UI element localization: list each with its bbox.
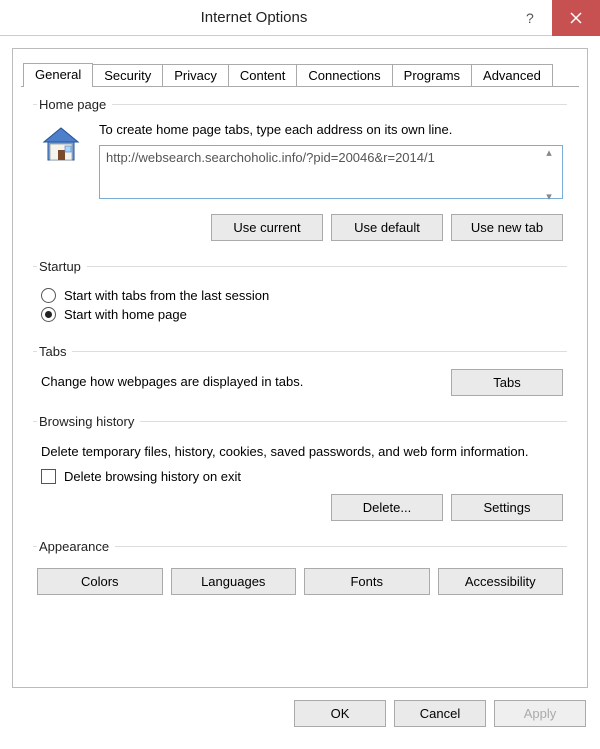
accessibility-button[interactable]: Accessibility bbox=[438, 568, 564, 595]
use-default-button[interactable]: Use default bbox=[331, 214, 443, 241]
radio-icon bbox=[41, 307, 56, 322]
tabs-button[interactable]: Tabs bbox=[451, 369, 563, 396]
tab-programs[interactable]: Programs bbox=[392, 64, 472, 86]
colors-button[interactable]: Colors bbox=[37, 568, 163, 595]
help-button[interactable]: ? bbox=[508, 0, 552, 36]
homepage-legend: Home page bbox=[37, 97, 112, 112]
startup-legend: Startup bbox=[37, 259, 87, 274]
delete-on-exit-checkbox[interactable]: Delete browsing history on exit bbox=[41, 469, 563, 484]
languages-button[interactable]: Languages bbox=[171, 568, 297, 595]
homepage-hint: To create home page tabs, type each addr… bbox=[99, 122, 563, 137]
homepage-input[interactable] bbox=[99, 145, 563, 199]
tabs-group: Tabs Change how webpages are displayed i… bbox=[33, 344, 567, 406]
checkbox-icon bbox=[41, 469, 56, 484]
tab-privacy[interactable]: Privacy bbox=[162, 64, 229, 86]
dialog-body: General Security Privacy Content Connect… bbox=[12, 48, 588, 688]
startup-group: Startup Start with tabs from the last se… bbox=[33, 259, 567, 336]
cancel-button[interactable]: Cancel bbox=[394, 700, 486, 727]
history-hint: Delete temporary files, history, cookies… bbox=[41, 443, 563, 461]
history-legend: Browsing history bbox=[37, 414, 140, 429]
tabs-hint: Change how webpages are displayed in tab… bbox=[41, 373, 451, 391]
tab-strip: General Security Privacy Content Connect… bbox=[13, 57, 587, 86]
tab-advanced[interactable]: Advanced bbox=[471, 64, 553, 86]
homepage-group: Home page To create home page tabs, type… bbox=[33, 97, 567, 251]
tab-general[interactable]: General bbox=[23, 63, 93, 87]
help-icon: ? bbox=[523, 11, 537, 25]
radio-icon bbox=[41, 288, 56, 303]
home-icon bbox=[37, 122, 85, 204]
tab-content[interactable]: Content bbox=[228, 64, 298, 86]
titlebar: Internet Options ? bbox=[0, 0, 600, 36]
fonts-button[interactable]: Fonts bbox=[304, 568, 430, 595]
history-group: Browsing history Delete temporary files,… bbox=[33, 414, 567, 531]
window-title: Internet Options bbox=[0, 9, 508, 26]
tab-panel-general: Home page To create home page tabs, type… bbox=[21, 86, 579, 623]
ok-button[interactable]: OK bbox=[294, 700, 386, 727]
tabs-legend: Tabs bbox=[37, 344, 72, 359]
delete-button[interactable]: Delete... bbox=[331, 494, 443, 521]
appearance-legend: Appearance bbox=[37, 539, 115, 554]
tab-connections[interactable]: Connections bbox=[296, 64, 392, 86]
close-button[interactable] bbox=[552, 0, 600, 36]
apply-button[interactable]: Apply bbox=[494, 700, 586, 727]
settings-button[interactable]: Settings bbox=[451, 494, 563, 521]
use-new-tab-button[interactable]: Use new tab bbox=[451, 214, 563, 241]
checkbox-label: Delete browsing history on exit bbox=[64, 469, 241, 484]
tab-security[interactable]: Security bbox=[92, 64, 163, 86]
close-icon bbox=[570, 12, 582, 24]
use-current-button[interactable]: Use current bbox=[211, 214, 323, 241]
startup-option-label: Start with home page bbox=[64, 307, 187, 322]
startup-option-home-page[interactable]: Start with home page bbox=[41, 307, 563, 322]
dialog-buttons: OK Cancel Apply bbox=[0, 688, 600, 739]
startup-option-label: Start with tabs from the last session bbox=[64, 288, 269, 303]
startup-option-last-session[interactable]: Start with tabs from the last session bbox=[41, 288, 563, 303]
svg-text:?: ? bbox=[526, 11, 534, 25]
appearance-group: Appearance Colors Languages Fonts Access… bbox=[33, 539, 567, 605]
